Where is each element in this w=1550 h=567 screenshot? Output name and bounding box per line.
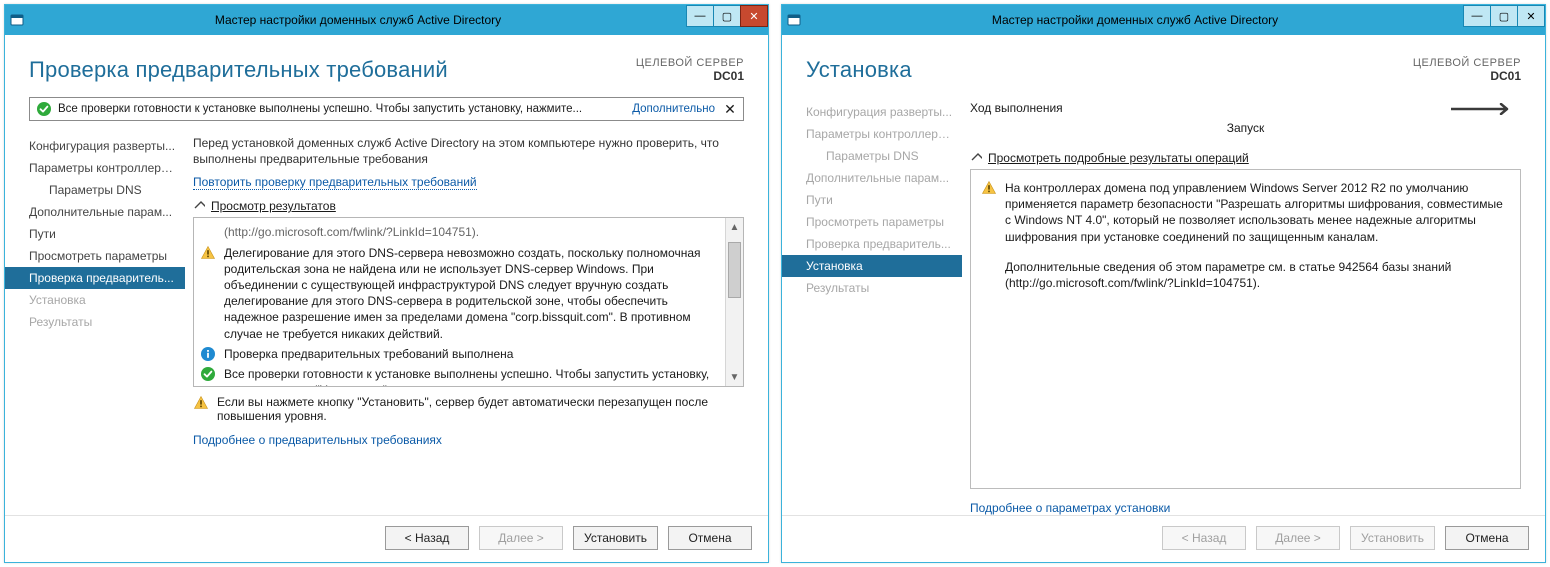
sidebar-item[interactable]: Параметры контроллера... xyxy=(5,157,185,179)
target-server: ЦЕЛЕВОЙ СЕРВЕР DC01 xyxy=(1413,57,1521,83)
warning-icon xyxy=(200,245,216,342)
restart-note-text: Если вы нажмете кнопку "Установить", сер… xyxy=(217,395,744,423)
results-expander-label: Просмотр результатов xyxy=(211,199,336,213)
result-info: Проверка предварительных требований выпо… xyxy=(224,346,719,362)
more-info-link[interactable]: Подробнее о параметрах установки xyxy=(970,501,1170,515)
details-box: На контроллерах домена под управлением W… xyxy=(970,169,1521,489)
sidebar-item[interactable]: Дополнительные парам... xyxy=(5,201,185,223)
phase-label: Запуск xyxy=(970,121,1521,135)
cancel-button[interactable]: Отмена xyxy=(1445,526,1529,550)
sidebar-item: Результаты xyxy=(782,277,962,299)
more-info-link[interactable]: Подробнее о предварительных требованиях xyxy=(193,433,442,447)
app-icon xyxy=(5,5,29,35)
sidebar-item: Проверка предваритель... xyxy=(782,233,962,255)
page-title: Проверка предварительных требований xyxy=(29,57,448,83)
check-ok-icon xyxy=(36,101,52,117)
sidebar-item[interactable]: Просмотреть параметры xyxy=(5,245,185,267)
sidebar-item[interactable]: Установка xyxy=(782,255,962,277)
main-panel: Ход выполнения Запуск Просмотреть подроб… xyxy=(962,93,1545,515)
progress-arrow-icon xyxy=(1451,103,1521,115)
scroll-down-icon[interactable]: ▼ xyxy=(726,368,743,386)
check-ok-icon xyxy=(200,366,216,387)
target-server-label: ЦЕЛЕВОЙ СЕРВЕР xyxy=(1413,57,1521,69)
minimize-button[interactable]: — xyxy=(1463,5,1491,27)
target-server-label: ЦЕЛЕВОЙ СЕРВЕР xyxy=(636,57,744,69)
scroll-up-icon[interactable]: ▲ xyxy=(726,218,743,236)
install-button[interactable]: Установить xyxy=(573,526,658,550)
details-expander[interactable]: Просмотреть подробные результаты операци… xyxy=(970,151,1521,165)
details-expander-label: Просмотреть подробные результаты операци… xyxy=(988,151,1249,165)
titlebar: Мастер настройки доменных служб Active D… xyxy=(5,5,768,35)
info-icon xyxy=(200,346,216,362)
rerun-check-link[interactable]: Повторить проверку предварительных требо… xyxy=(193,175,477,190)
wizard-window-prereq: Мастер настройки доменных служб Active D… xyxy=(4,4,769,563)
sidebar-item[interactable]: Проверка предваритель... xyxy=(5,267,185,289)
scroll-thumb[interactable] xyxy=(728,242,741,298)
button-row: < Назад Далее > Установить Отмена xyxy=(5,515,768,562)
main-panel: Перед установкой доменных служб Active D… xyxy=(185,127,768,515)
app-icon xyxy=(782,5,806,35)
target-server-name: DC01 xyxy=(1413,69,1521,83)
back-button[interactable]: < Назад xyxy=(385,526,469,550)
sidebar-item[interactable]: Конфигурация разверты... xyxy=(5,135,185,157)
button-row: < Назад Далее > Установить Отмена xyxy=(782,515,1545,562)
next-button: Далее > xyxy=(479,526,563,550)
target-server: ЦЕЛЕВОЙ СЕРВЕР DC01 xyxy=(636,57,744,83)
wizard-sidebar: Конфигурация разверты...Параметры контро… xyxy=(782,93,962,515)
titlebar: Мастер настройки доменных служб Active D… xyxy=(782,5,1545,35)
progress-section-title: Ход выполнения xyxy=(970,101,1521,115)
results-scrollbar[interactable]: ▲ ▼ xyxy=(725,218,743,386)
results-expander[interactable]: Просмотр результатов xyxy=(193,199,744,213)
intro-text: Перед установкой доменных служб Active D… xyxy=(193,135,744,167)
page-title: Установка xyxy=(806,57,912,83)
warning-icon xyxy=(981,180,997,245)
wizard-window-install: Мастер настройки доменных служб Active D… xyxy=(781,4,1546,563)
window-title: Мастер настройки доменных служб Active D… xyxy=(29,13,687,27)
result-warning-dns: Делегирование для этого DNS-сервера нево… xyxy=(224,245,719,342)
sidebar-item: Параметры DNS xyxy=(782,145,962,167)
close-button[interactable]: ✕ xyxy=(1517,5,1545,27)
sidebar-item: Результаты xyxy=(5,311,185,333)
next-button: Далее > xyxy=(1256,526,1340,550)
window-title: Мастер настройки доменных служб Active D… xyxy=(806,13,1464,27)
result-success: Все проверки готовности к установке выпо… xyxy=(224,366,719,387)
warning-icon xyxy=(193,395,209,423)
status-close-icon[interactable]: ✕ xyxy=(721,102,739,116)
sidebar-item: Дополнительные парам... xyxy=(782,167,962,189)
install-button: Установить xyxy=(1350,526,1435,550)
status-message: Все проверки готовности к установке выпо… xyxy=(58,103,626,115)
window-buttons: — ▢ ✕ xyxy=(1464,5,1545,35)
status-strip: Все проверки готовности к установке выпо… xyxy=(29,97,744,121)
sidebar-item[interactable]: Параметры DNS xyxy=(5,179,185,201)
details-warning-text: На контроллерах домена под управлением W… xyxy=(1005,180,1510,245)
result-truncated-url: (http://go.microsoft.com/fwlink/?LinkId=… xyxy=(224,224,719,240)
details-extra-text: Дополнительные сведения об этом параметр… xyxy=(1005,259,1510,291)
sidebar-item: Конфигурация разверты... xyxy=(782,101,962,123)
sidebar-item: Параметры контроллера... xyxy=(782,123,962,145)
window-buttons: — ▢ ✕ xyxy=(687,5,768,35)
maximize-button[interactable]: ▢ xyxy=(713,5,741,27)
sidebar-item: Пути xyxy=(782,189,962,211)
maximize-button[interactable]: ▢ xyxy=(1490,5,1518,27)
back-button: < Назад xyxy=(1162,526,1246,550)
sidebar-item: Установка xyxy=(5,289,185,311)
chevron-up-icon xyxy=(970,152,982,164)
results-box: (http://go.microsoft.com/fwlink/?LinkId=… xyxy=(193,217,744,387)
cancel-button[interactable]: Отмена xyxy=(668,526,752,550)
chevron-up-icon xyxy=(193,200,205,212)
sidebar-item: Просмотреть параметры xyxy=(782,211,962,233)
restart-note: Если вы нажмете кнопку "Установить", сер… xyxy=(193,395,744,423)
target-server-name: DC01 xyxy=(636,69,744,83)
status-more-link[interactable]: Дополнительно xyxy=(632,103,715,115)
close-button[interactable]: ✕ xyxy=(740,5,768,27)
sidebar-item[interactable]: Пути xyxy=(5,223,185,245)
minimize-button[interactable]: — xyxy=(686,5,714,27)
wizard-sidebar: Конфигурация разверты...Параметры контро… xyxy=(5,127,185,515)
